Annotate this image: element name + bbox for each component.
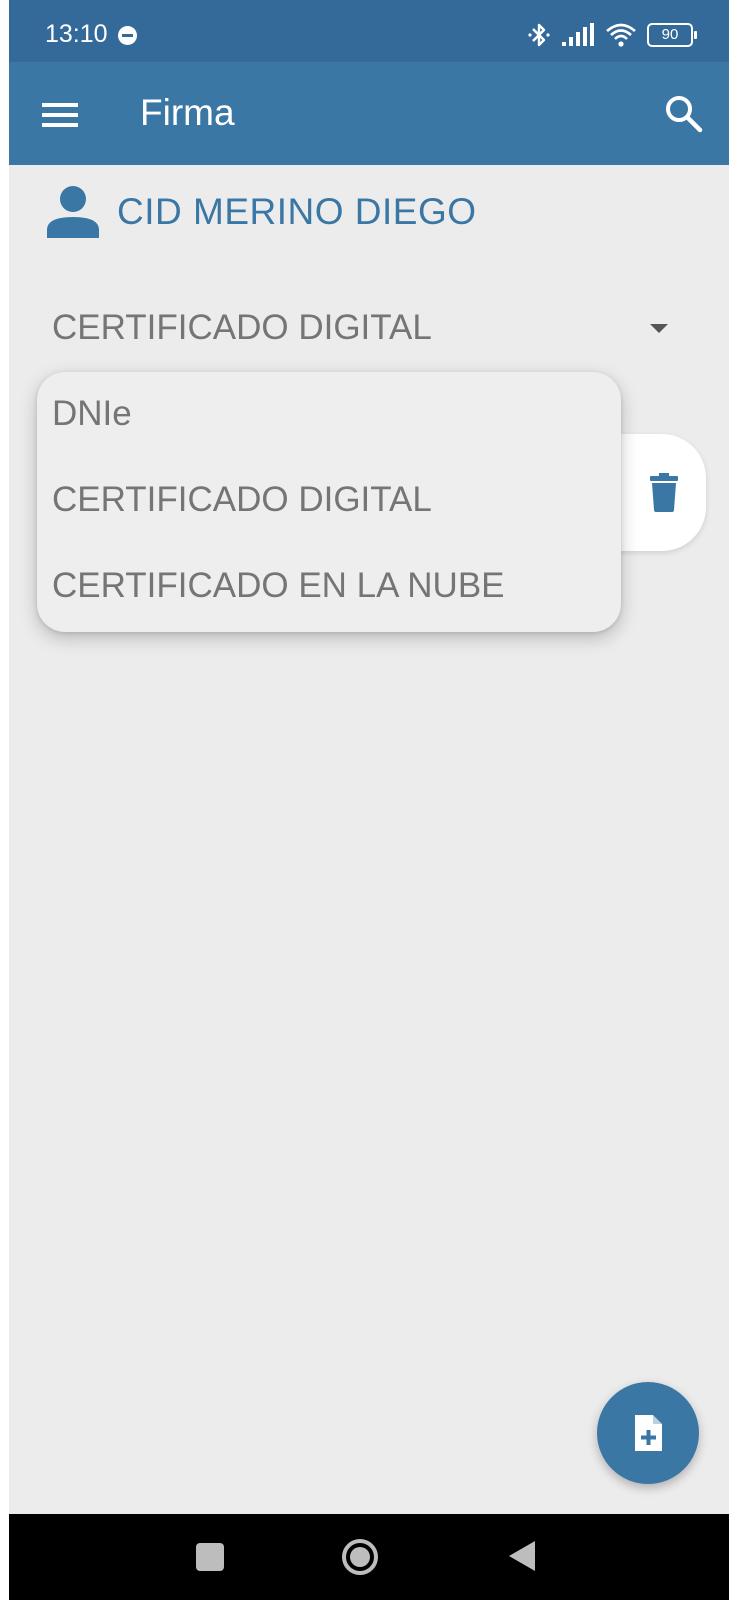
wifi-icon: [606, 23, 636, 47]
user-row: CID MERINO DIEGO: [45, 182, 477, 242]
bluetooth-icon: [528, 23, 550, 47]
signature-type-selector[interactable]: CERTIFICADO DIGITAL: [52, 300, 692, 360]
add-document-button[interactable]: [597, 1382, 699, 1484]
battery-icon: 90: [647, 23, 697, 47]
menu-icon[interactable]: [37, 92, 83, 138]
dropdown-arrow-icon: [650, 324, 668, 333]
home-icon[interactable]: [340, 1537, 380, 1577]
status-time: 13:10: [45, 20, 108, 48]
dropdown-option-certificado-nube[interactable]: CERTIFICADO EN LA NUBE: [52, 566, 505, 606]
user-name: CID MERINO DIEGO: [117, 191, 477, 232]
page-title: Firma: [140, 92, 235, 133]
dropdown-option-certificado-digital[interactable]: CERTIFICADO DIGITAL: [52, 480, 432, 520]
dropdown-option-dnie[interactable]: DNIe: [52, 394, 132, 434]
back-icon[interactable]: [507, 1539, 537, 1573]
signal-icon: [562, 23, 594, 46]
system-nav-bar: [9, 1514, 729, 1600]
search-icon[interactable]: [662, 92, 706, 136]
selected-signature-type: CERTIFICADO DIGITAL: [52, 308, 432, 347]
person-icon: [47, 186, 99, 238]
trash-icon[interactable]: [642, 470, 686, 514]
add-document-icon: [635, 1415, 662, 1451]
recent-apps-icon[interactable]: [195, 1542, 225, 1572]
signature-type-dropdown: DNIe CERTIFICADO DIGITAL CERTIFICADO EN …: [37, 372, 621, 632]
status-icons: 90: [527, 22, 697, 48]
app-bar: Firma: [9, 62, 729, 165]
app-screen: 13:10 90 Firma CID MERINO DIEGO CERTIFIC…: [9, 0, 729, 1600]
notification-dot-icon: [118, 26, 137, 45]
status-bar: 13:10 90: [9, 0, 729, 62]
